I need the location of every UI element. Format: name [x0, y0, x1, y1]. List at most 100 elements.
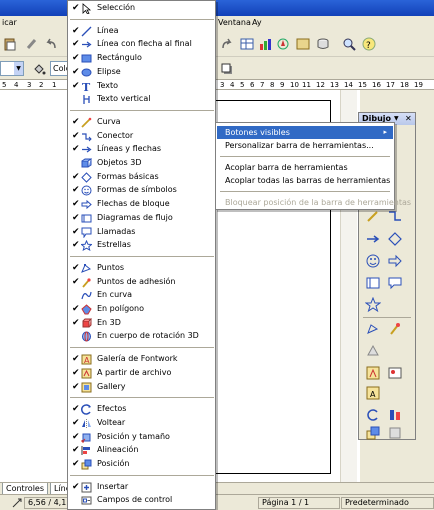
menu-item-line-arrow[interactable]: ✔ Línea con flecha al final [68, 37, 215, 51]
menu-item-rectangle[interactable]: ✔ Rectángulo [68, 51, 215, 65]
flowchart-tool-icon[interactable] [365, 275, 381, 291]
glue-points-tool-icon[interactable] [387, 321, 403, 337]
lines-arrows-tool-icon[interactable] [365, 231, 381, 247]
menu-item-basic-shapes[interactable]: ✔ Formas básicas [68, 170, 215, 184]
menu-help[interactable]: Ay [252, 18, 262, 27]
svg-text:A: A [84, 356, 90, 365]
formatting-toolbar: ▼ Colo [0, 57, 434, 79]
symbol-shapes-tool-icon[interactable] [365, 253, 381, 269]
menu-item-3d-rotation-body[interactable]: En cuerpo de rotación 3D [68, 329, 215, 343]
menu-item-to-curve[interactable]: En curva [68, 288, 215, 302]
callouts-tool-icon[interactable] [387, 275, 403, 291]
lines-arrows-icon [82, 146, 92, 153]
close-icon[interactable]: ✕ [405, 113, 412, 125]
menu-item-callouts[interactable]: ✔ Llamadas [68, 225, 215, 239]
fontwork-tool-icon[interactable] [365, 343, 381, 359]
format-paintbrush-icon[interactable] [25, 37, 39, 51]
menu-item-block-arrows[interactable]: ✔ Flechas de bloque [68, 197, 215, 211]
menu-item-insert[interactable]: ✔ Insertar [68, 480, 215, 494]
checkmark-icon: ✔ [72, 66, 80, 77]
menu-item-glue-points[interactable]: ✔ Puntos de adhesión [68, 275, 215, 289]
chart-icon[interactable] [258, 37, 272, 51]
to-3d-icon [82, 318, 92, 328]
horizontal-ruler[interactable]: 5 4 3 2 1 3 4 5 6 7 8 9 10 11 12 13 14 1… [0, 79, 434, 90]
svg-text:T: T [82, 81, 91, 92]
checkmark-icon: ✔ [72, 39, 80, 50]
from-file-icon [81, 368, 92, 379]
stars-tool-icon[interactable] [365, 297, 381, 313]
menu-item-pointer[interactable]: ✔ Selección [68, 1, 215, 15]
menu-item-flip[interactable]: ✔ Voltear [68, 416, 215, 430]
extrusion-tool-icon[interactable] [387, 425, 403, 441]
arrange-tool-icon[interactable] [365, 425, 381, 441]
fill-bucket-icon[interactable] [32, 62, 46, 76]
paste-icon[interactable] [3, 37, 17, 51]
position-icon [12, 498, 22, 508]
menu-item-points[interactable]: ✔ Puntos [68, 261, 215, 275]
curve-tool-icon[interactable] [365, 208, 381, 224]
checkmark-icon: ✔ [72, 431, 80, 442]
submenu-dock-toolbar[interactable]: Acoplar barra de herramientas [217, 161, 393, 174]
menu-item-effects[interactable]: ✔ Efectos [68, 402, 215, 416]
undo-icon[interactable] [44, 37, 58, 51]
ruler-label: 3 [27, 81, 32, 89]
menu-item-flowchart[interactable]: ✔ Diagramas de flujo [68, 211, 215, 225]
points-tool-icon[interactable] [365, 321, 381, 337]
menu-item-3d-objects[interactable]: Objetos 3D [68, 156, 215, 170]
shadow-icon[interactable] [220, 62, 234, 76]
from-file-tool-icon[interactable] [365, 365, 381, 381]
menu-item-lines-arrows[interactable]: ✔ Líneas y flechas [68, 142, 215, 156]
zoom-icon[interactable] [342, 37, 356, 51]
menu-edit[interactable]: icar [2, 18, 17, 27]
block-arrows-tool-icon[interactable] [387, 253, 403, 269]
menu-item-controls[interactable]: Campos de control [68, 493, 215, 507]
effects-tool-icon[interactable] [365, 407, 381, 423]
checkmark-icon: ✔ [72, 80, 80, 91]
menu-item-arrange[interactable]: ✔ Posición [68, 457, 215, 471]
menu-item-symbol-shapes[interactable]: ✔ Formas de símbolos [68, 183, 215, 197]
menu-item-from-file[interactable]: ✔ A partir de archivo [68, 366, 215, 380]
menu-item-fontwork[interactable]: ✔ A Galería de Fontwork [68, 352, 215, 366]
menu-item-label: Posición y tamaño [97, 431, 170, 441]
status-page: Página 1 / 1 [258, 497, 340, 509]
menu-item-text[interactable]: ✔ T Texto [68, 79, 215, 93]
gallery-tool-icon[interactable]: A [365, 385, 381, 401]
fontwork-icon: A [81, 354, 92, 365]
menu-item-label: Campos de control [97, 495, 173, 505]
menu-item-label: Objetos 3D [97, 158, 142, 167]
alignment-tool-icon[interactable] [387, 407, 403, 423]
menu-item-to-polygon[interactable]: ✔ En polígono [68, 302, 215, 316]
menu-item-vertical-text[interactable]: Texto vertical [68, 92, 215, 106]
menu-item-line[interactable]: ✔ Línea [68, 24, 215, 38]
connector-tool-icon[interactable] [387, 208, 403, 224]
glue-points-icon [82, 277, 91, 288]
menu-item-connector[interactable]: ✔ Conector [68, 129, 215, 143]
basic-shapes-tool-icon[interactable] [387, 231, 403, 247]
menu-item-to-3d[interactable]: ✔ En 3D [68, 316, 215, 330]
submenu-dock-all-toolbars[interactable]: Acoplar todas las barras de herramientas [217, 174, 393, 187]
submenu-item-label: Acoplar barra de herramientas [225, 163, 348, 172]
menu-item-position-size[interactable]: ✔ Posición y tamaño [68, 430, 215, 444]
svg-text:A: A [370, 390, 376, 399]
menu-item-label: Puntos de adhesión [97, 276, 176, 286]
image-tool-icon[interactable] [387, 365, 403, 381]
menu-item-alignment[interactable]: ✔ Alineación [68, 443, 215, 457]
menu-item-stars[interactable]: ✔ Estrellas [68, 238, 215, 252]
gallery-toggle-icon[interactable] [296, 37, 310, 51]
ruler-label: 13 [330, 81, 339, 89]
navigator-icon[interactable] [276, 37, 290, 51]
menu-item-ellipse[interactable]: ✔ Elipse [68, 65, 215, 79]
menu-item-gallery[interactable]: ✔ Gallery [68, 380, 215, 394]
submenu-visible-buttons[interactable]: Botones visibles ▸ [217, 126, 393, 139]
submenu-customize-toolbar[interactable]: Personalizar barra de herramientas... [217, 139, 393, 152]
redo-icon[interactable] [220, 37, 234, 51]
checkmark-icon: ✔ [72, 404, 80, 415]
style-combo[interactable]: ▼ [0, 61, 24, 76]
menu-bar: icar Ventana Ay [0, 16, 434, 31]
data-sources-icon[interactable] [316, 37, 330, 51]
menu-item-curve[interactable]: ✔ Curva [68, 115, 215, 129]
submenu-separator [220, 191, 390, 192]
menu-window[interactable]: Ventana [218, 18, 251, 27]
table-icon[interactable] [240, 37, 254, 51]
help-icon[interactable]: ? [362, 37, 376, 51]
